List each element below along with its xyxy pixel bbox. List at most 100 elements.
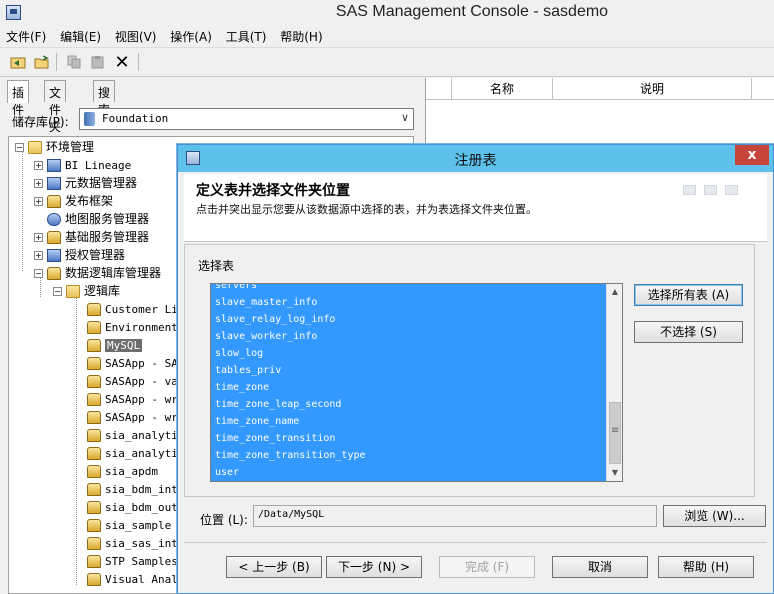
expand-icon[interactable]: + — [34, 233, 43, 242]
tree-node-library[interactable]: sia_analytic — [87, 426, 184, 444]
list-item[interactable]: slave_master_info — [211, 294, 607, 311]
column-header-description[interactable]: 说明 — [553, 78, 752, 100]
tree-node-data-library-manager[interactable]: − 数据逻辑库管理器 — [34, 264, 161, 282]
tree-node-authorization-manager[interactable]: + 授权管理器 — [34, 246, 125, 264]
finish-button[interactable]: 完成 (F) — [439, 556, 535, 578]
collapse-icon[interactable]: − — [34, 269, 43, 278]
list-item[interactable]: servers — [211, 284, 607, 294]
menu-file[interactable]: 文件(F) — [0, 26, 50, 45]
library-icon — [87, 483, 101, 496]
tree-node-library[interactable]: SASApp - SAS — [87, 354, 184, 372]
tree-node-library[interactable]: sia_bdm_outp — [87, 498, 184, 516]
tree-node-library[interactable]: sia_apdm — [87, 462, 158, 480]
tree-node-library[interactable]: SASApp - wr — [87, 408, 178, 426]
tab-folders[interactable]: 文件夹 — [44, 80, 67, 134]
list-item[interactable]: slow_log — [211, 345, 607, 362]
library-icon — [87, 573, 101, 586]
expand-icon[interactable]: + — [34, 197, 43, 206]
deselect-button[interactable]: 不选择 (S) — [634, 321, 743, 343]
list-item[interactable]: slave_worker_info — [211, 328, 607, 345]
library-icon — [87, 321, 101, 334]
collapse-icon[interactable]: − — [53, 287, 62, 296]
delete-icon[interactable]: ✕ — [112, 52, 132, 73]
database-icon — [84, 112, 95, 126]
open-folder-icon[interactable] — [32, 52, 52, 72]
tree-node-library-mysql[interactable]: MySQL — [87, 336, 143, 354]
tree-node-library[interactable]: sia_sample — [87, 516, 171, 534]
column-header-blank[interactable] — [426, 78, 452, 100]
repository-select[interactable]: Foundation ∨ — [79, 108, 414, 130]
library-manager-icon — [47, 267, 61, 280]
tree-node-foundation-services[interactable]: + 基础服务管理器 — [34, 228, 149, 246]
select-all-tables-button[interactable]: 选择所有表 (A) — [634, 284, 743, 306]
tree-node-library[interactable]: sia_sas_intr — [87, 534, 184, 552]
chevron-down-icon: ∨ — [400, 111, 409, 124]
dialog-title-bar: 注册表 x — [178, 145, 773, 172]
lineage-icon — [47, 159, 61, 172]
cancel-button[interactable]: 取消 — [552, 556, 648, 578]
tables-listbox[interactable]: servers slave_master_info slave_relay_lo… — [210, 283, 623, 482]
close-button[interactable]: x — [735, 145, 769, 165]
menu-view[interactable]: 视图(V) — [109, 26, 161, 45]
list-item[interactable]: time_zone — [211, 379, 607, 396]
browse-button[interactable]: 浏览 (W)... — [663, 505, 766, 527]
tree-node-library[interactable]: sia_analytic — [87, 444, 184, 462]
repository-label: 储存库(P): — [12, 115, 69, 129]
location-field[interactable]: /Data/MySQL — [253, 505, 657, 527]
metadata-icon — [47, 177, 61, 190]
dialog-heading: 定义表并选择文件夹位置 — [196, 183, 350, 199]
back-icon[interactable] — [8, 52, 28, 72]
scrollbar-thumb[interactable] — [609, 402, 621, 464]
list-item[interactable]: tables_priv — [211, 362, 607, 379]
column-header-name[interactable]: 名称 — [452, 78, 553, 100]
list-item[interactable]: time_zone_leap_second — [211, 396, 607, 413]
repository-value: Foundation — [102, 112, 169, 125]
menu-help[interactable]: 帮助(H) — [274, 26, 326, 45]
tree-node-bi-lineage[interactable]: + BI Lineage — [34, 156, 131, 174]
library-icon — [87, 555, 101, 568]
chevron-up-icon[interactable]: ▲ — [607, 284, 622, 300]
list-item[interactable]: time_zone_name — [211, 413, 607, 430]
tree-node-library[interactable]: Environment — [87, 318, 178, 336]
tree-node-environment-management[interactable]: − 环境管理 — [15, 138, 94, 156]
expand-icon[interactable]: + — [34, 161, 43, 170]
back-button[interactable]: < 上一步 (B) — [226, 556, 322, 578]
tree-node-library[interactable]: sia_bdm_intr — [87, 480, 184, 498]
tree-node-metadata-manager[interactable]: + 元数据管理器 — [34, 174, 137, 192]
list-item[interactable]: slave_relay_log_info — [211, 311, 607, 328]
tree-node-map-service-manager[interactable]: 地图服务管理器 — [47, 210, 149, 228]
list-scrollbar[interactable]: ▲ ▼ — [606, 284, 622, 481]
paste-icon[interactable] — [88, 52, 108, 72]
library-icon — [87, 465, 101, 478]
tree-node-library[interactable]: SASApp - wr — [87, 390, 178, 408]
library-icon — [87, 339, 101, 352]
library-icon — [87, 303, 101, 316]
chevron-down-icon[interactable]: ▼ — [607, 465, 622, 481]
list-item[interactable]: time_zone_transition — [211, 430, 607, 447]
dialog-subheading: 点击并突出显示您要从该数据源中选择的表，并为表选择文件夹位置。 — [196, 203, 537, 216]
menu-action[interactable]: 操作(A) — [164, 26, 216, 45]
collapse-icon[interactable]: − — [15, 143, 24, 152]
help-button[interactable]: 帮助 (H) — [658, 556, 754, 578]
services-icon — [47, 231, 61, 244]
dialog-header: 定义表并选择文件夹位置 点击并突出显示您要从该数据源中选择的表，并为表选择文件夹… — [184, 174, 767, 242]
expand-icon[interactable]: + — [34, 251, 43, 260]
toolbar: ✕ — [0, 47, 774, 77]
list-item[interactable]: user — [211, 464, 607, 481]
menu-tools[interactable]: 工具(T) — [220, 26, 271, 45]
expand-icon[interactable]: + — [34, 179, 43, 188]
copy-icon[interactable] — [64, 52, 84, 72]
tree-node-library[interactable]: Customer Lir — [87, 300, 184, 318]
tree-node-library[interactable]: Visual Analy — [87, 570, 184, 588]
tree-node-library[interactable]: SASApp - val — [87, 372, 184, 390]
tree-node-library[interactable]: STP Samples — [87, 552, 178, 570]
folder-icon — [66, 285, 80, 298]
column-header-extra[interactable] — [752, 78, 774, 100]
tree-node-libraries[interactable]: − 逻辑库 — [53, 282, 120, 300]
list-item[interactable]: time_zone_transition_type — [211, 447, 607, 464]
next-button[interactable]: 下一步 (N) > — [326, 556, 422, 578]
tab-search[interactable]: 搜索 — [93, 80, 116, 117]
tree-node-publishing-framework[interactable]: + 发布框架 — [34, 192, 113, 210]
tab-plugins[interactable]: 插件 — [7, 80, 30, 117]
menu-edit[interactable]: 编辑(E) — [54, 26, 105, 45]
